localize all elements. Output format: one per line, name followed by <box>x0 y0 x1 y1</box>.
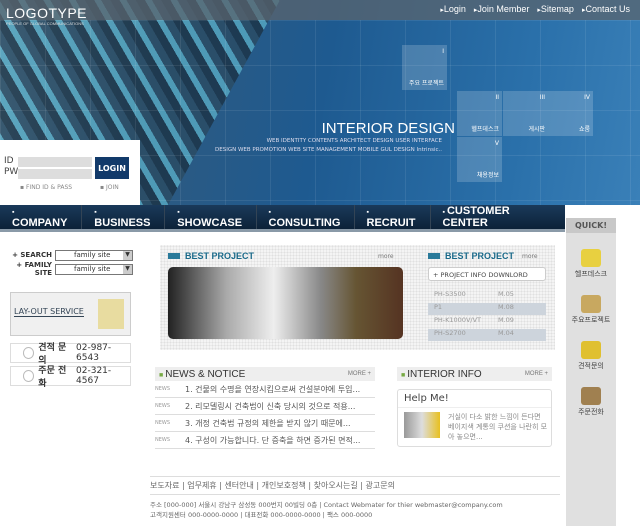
join-link[interactable]: ▪ JOIN <box>100 184 119 191</box>
box-icon <box>98 299 124 329</box>
nav-consulting[interactable]: CONSULTING <box>257 205 355 229</box>
best-project-panel: BEST PROJECT more BEST PROJECT more + PR… <box>160 245 555 350</box>
download-button[interactable]: + PROJECT INFO DOWNLORD <box>428 267 546 281</box>
id-input[interactable] <box>18 157 92 167</box>
tile-projects[interactable]: I 주요 프로젝트 <box>402 45 447 90</box>
list-item[interactable]: NEWS 3. 개정 건축법 규정의 제한을 받지 않기 때문에... <box>155 415 375 432</box>
nav-customer-center[interactable]: CUSTOMER CENTER <box>431 205 565 229</box>
chevron-down-icon: ▼ <box>123 250 132 260</box>
list-item[interactable]: NEWS 1. 건물의 수명을 연장시킴으로써 건설분야에 투입... <box>155 381 375 398</box>
list-item[interactable]: NEWS 2. 리모델링시 건축법이 신축 당시의 것으로 적용... <box>155 398 375 415</box>
tile-recruit[interactable]: V 채용정보 <box>457 137 502 182</box>
phone-icon <box>23 370 35 382</box>
books-icon <box>404 412 440 438</box>
logo[interactable]: LOGOTYPE PEOPLE OF GLOBAL COMMUNICATIONS <box>6 5 87 26</box>
quick-estimate[interactable]: 견적문의 <box>566 341 616 371</box>
helpdesk-icon <box>581 249 601 267</box>
left-sidebar: + SEARCH family site ▼ + FAMILY SITE family… <box>0 240 140 389</box>
quick-projects[interactable]: 주요프로젝트 <box>566 295 616 325</box>
interior-more[interactable]: MORE + <box>525 371 548 377</box>
news-section: NEWS & NOTICEMORE + NEWS1. 건물의 수명을 연장시킴으… <box>155 367 375 449</box>
interior-info-section: INTERIOR INFOMORE + Help Me! 거실이 다소 밝한 느… <box>397 367 552 447</box>
estimate-icon <box>23 347 35 359</box>
order-phone: 주문 전화 02-321-4567 <box>10 366 131 389</box>
nav-recruit[interactable]: RECRUIT <box>355 205 431 229</box>
list-item[interactable]: NEWS 4. 구성이 가능합니다. 단 증축을 하면 증가된 면적... <box>155 432 375 449</box>
footer-links[interactable]: 보도자료 | 업무제휴 | 센터안내 | 개인보호정책 | 찾아오시는길 | 광… <box>150 476 560 495</box>
project-photo[interactable] <box>168 267 403 339</box>
main-nav: COMPANY BUSINESS SHOWCASE CONSULTING REC… <box>0 205 565 232</box>
pen-icon <box>581 341 601 359</box>
search-select[interactable]: family site ▼ <box>55 249 133 261</box>
footer-address: 주소 [000-000] 서울시 강남구 삼성동 000번지 00빌딩 0층 |… <box>150 501 503 519</box>
box-icon <box>581 295 601 313</box>
news-more[interactable]: MORE + <box>348 371 371 377</box>
nav-business[interactable]: BUSINESS <box>82 205 166 229</box>
nav-company[interactable]: COMPANY <box>0 205 83 229</box>
more-link[interactable]: more <box>522 253 538 260</box>
find-link[interactable]: ▪ FIND ID & PASS <box>20 184 72 191</box>
tile-board[interactable]: III 게시판 <box>503 91 548 136</box>
tile-showroom[interactable]: IV 쇼룸 <box>548 91 593 136</box>
hero-title: INTERIOR DESIGN <box>321 120 455 137</box>
top-links: Login Join Member Sitemap Contact Us <box>440 4 630 14</box>
estimate-phone: 견적 문의 02-987-6543 <box>10 343 131 366</box>
more-link[interactable]: more <box>378 253 394 260</box>
nav-showcase[interactable]: SHOWCASE <box>165 205 257 229</box>
pw-input[interactable] <box>18 169 92 179</box>
login-link[interactable]: Login <box>440 4 466 14</box>
tile-helpdesk[interactable]: II 헬프데스크 <box>457 91 502 136</box>
help-card[interactable]: Help Me! 거실이 다소 밝한 느낌이 든다면 베이지색 계통의 쿠션을 … <box>397 389 552 447</box>
join-link[interactable]: Join Member <box>474 4 529 14</box>
quick-helpdesk[interactable]: 헬프데스크 <box>566 249 616 279</box>
hero-subtitle: WEB IDENTITY CONTENTS ARCHITECT DESIGN U… <box>215 138 442 153</box>
family-site-select[interactable]: family site ▼ <box>55 263 133 275</box>
phone-icon <box>581 387 601 405</box>
contact-link[interactable]: Contact Us <box>582 4 630 14</box>
layout-service-banner[interactable]: LAY-OUT SERVICE <box>10 292 131 336</box>
sitemap-link[interactable]: Sitemap <box>537 4 574 14</box>
login-button[interactable]: LOGIN <box>95 157 129 179</box>
quick-menu: QUICK! 헬프데스크 주요프로젝트 견적문의 주문전화 <box>566 218 616 526</box>
quick-order[interactable]: 주문전화 <box>566 387 616 417</box>
chevron-down-icon: ▼ <box>123 264 132 274</box>
